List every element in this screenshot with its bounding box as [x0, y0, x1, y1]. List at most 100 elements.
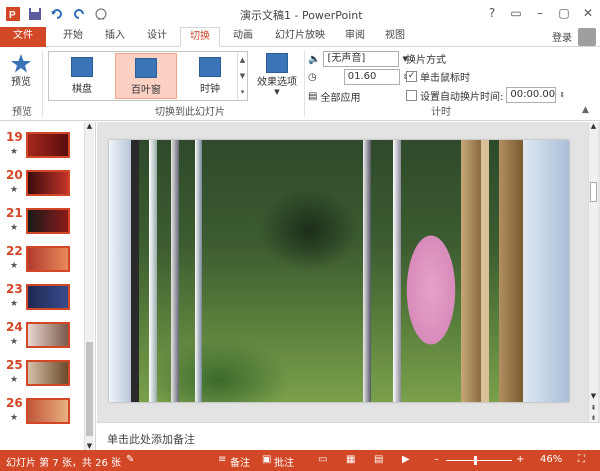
scrollbar-thumb[interactable] [86, 342, 93, 436]
slide-thumb-23[interactable]: 23 ★ [4, 282, 92, 316]
on-click-checkbox[interactable]: ✓ [406, 71, 417, 82]
scroll-down-icon[interactable]: ▼ [589, 392, 598, 400]
normal-view-icon[interactable]: ▭ [318, 454, 327, 465]
close-button[interactable]: ✕ [576, 0, 600, 26]
slide-thumb-24[interactable]: 24 ★ [4, 320, 92, 354]
comments-icon[interactable]: ▣ [262, 454, 271, 465]
save-icon[interactable] [26, 5, 44, 23]
thumbnail-scrollbar[interactable]: ▲ ▼ [84, 122, 94, 450]
comments-toggle[interactable]: 批注 [274, 454, 294, 469]
zoom-out-icon[interactable]: – [434, 454, 439, 465]
zoom-in-icon[interactable]: + [516, 454, 524, 465]
avatar[interactable] [578, 28, 596, 46]
help-icon[interactable]: ? [480, 0, 504, 26]
tab-file[interactable]: 文件 [0, 27, 46, 47]
transition-clock[interactable]: 时钟 [179, 53, 241, 99]
scroll-up-icon[interactable]: ▲ [85, 122, 94, 130]
blind-strip [393, 140, 401, 402]
checkerboard-icon [71, 57, 93, 77]
spellcheck-icon[interactable]: ✎ [126, 454, 134, 465]
transition-star-icon: ★ [10, 375, 19, 385]
slide-thumb-20[interactable]: 20 ★ [4, 168, 92, 202]
redo-icon[interactable] [70, 5, 88, 23]
tab-home[interactable]: 开始 [56, 27, 90, 47]
ribbon: 预览 预览 棋盘 百叶窗 时钟 ▲ ▼ ▾ 效果选项 ▼ 切换到此幻灯片 🔈 [无声… [0, 47, 600, 121]
slide-thumbnail[interactable] [26, 360, 70, 386]
slide-thumbnail[interactable] [26, 246, 70, 272]
after-time-input[interactable]: 00:00.00 [506, 87, 557, 103]
on-click-label: 单击鼠标时 [420, 73, 470, 84]
after-time-option[interactable]: 设置自动换片时间: 00:00.00 ⇕ [406, 87, 565, 103]
notes-placeholder[interactable]: 单击此处添加备注 [107, 431, 195, 447]
slide-number: 23 [6, 282, 23, 296]
tab-design[interactable]: 设计 [140, 27, 174, 47]
quick-access-toolbar: P [0, 5, 110, 23]
effect-options-label: 效果选项 [257, 77, 297, 88]
zoom-slider[interactable] [446, 460, 512, 461]
slide-thumbnail[interactable] [26, 208, 70, 234]
slide-sorter-icon[interactable]: ▦ [346, 454, 355, 465]
login-link[interactable]: 登录 [552, 29, 572, 44]
reading-view-icon[interactable]: ▤ [374, 454, 383, 465]
slide-scrollbar[interactable]: ▲ ▼ ⇞ ⇟ [588, 122, 598, 422]
tab-review[interactable]: 审阅 [338, 27, 372, 47]
fit-to-window-icon[interactable]: ⛶ [578, 454, 585, 465]
zoom-level[interactable]: 46% [540, 454, 562, 465]
tab-view[interactable]: 视图 [378, 27, 412, 47]
preview-button[interactable]: 预览 [6, 53, 36, 88]
tab-insert[interactable]: 插入 [98, 27, 132, 47]
transition-label: 百叶窗 [131, 85, 161, 96]
current-slide[interactable] [109, 140, 569, 402]
clock-icon [199, 57, 221, 77]
timer-icon: ◷ [308, 71, 317, 83]
next-slide-icon[interactable]: ⇟ [589, 414, 598, 422]
customize-qat-icon[interactable] [92, 5, 110, 23]
duration-input[interactable]: 01.60 [343, 69, 400, 85]
slide-thumbnail[interactable] [26, 170, 70, 196]
scroll-down-icon[interactable]: ▼ [85, 442, 94, 450]
notes-toggle[interactable]: 备注 [230, 454, 250, 469]
after-time-label: 设置自动换片时间: [420, 91, 504, 103]
slide-thumb-26[interactable]: 26 ★ [4, 396, 92, 430]
minimize-button[interactable]: – [528, 0, 552, 26]
slide-thumbnail[interactable] [26, 322, 70, 348]
zoom-slider-thumb[interactable] [474, 456, 477, 465]
tab-slideshow[interactable]: 幻灯片放映 [266, 27, 334, 47]
slide-thumbnail[interactable] [26, 284, 70, 310]
apply-all-button[interactable]: ▤ 全部应用 [308, 89, 360, 104]
title-bar: P 演示文稿1 - PowerPoint ? ▭ – ▢ ✕ [0, 0, 600, 28]
blind-strip [109, 140, 131, 402]
scrollbar-thumb[interactable] [590, 182, 597, 202]
spinner-icon[interactable]: ⇕ [559, 91, 565, 99]
collapse-ribbon-icon[interactable]: ▲ [582, 105, 589, 115]
svg-text:P: P [9, 10, 16, 21]
slide-thumbnail[interactable] [26, 398, 70, 424]
divider [42, 51, 43, 117]
notes-icon[interactable]: ≡ [218, 454, 226, 465]
on-click-option[interactable]: ✓ 单击鼠标时 [406, 69, 470, 84]
maximize-button[interactable]: ▢ [552, 0, 576, 26]
sound-icon: 🔈 [308, 53, 321, 65]
slide-thumb-21[interactable]: 21 ★ [4, 206, 92, 240]
tab-transitions[interactable]: 切换 [180, 27, 220, 47]
undo-icon[interactable] [48, 5, 66, 23]
transition-star-icon: ★ [10, 185, 19, 195]
sound-select[interactable]: [无声音] [323, 51, 400, 67]
transition-blinds[interactable]: 百叶窗 [115, 53, 177, 99]
notes-pane[interactable]: 单击此处添加备注 [97, 422, 600, 450]
blind-strip [363, 140, 371, 402]
ribbon-display-icon[interactable]: ▭ [504, 0, 528, 26]
slide-thumb-19[interactable]: 19 ★ [4, 130, 92, 164]
slideshow-icon[interactable]: ▶ [402, 454, 410, 465]
gallery-scroll[interactable]: ▲ ▼ ▾ [237, 52, 247, 100]
blind-strip [149, 140, 157, 402]
transition-checkerboard[interactable]: 棋盘 [51, 53, 113, 99]
effect-options-button[interactable]: 效果选项 ▼ [252, 53, 302, 96]
prev-slide-icon[interactable]: ⇞ [589, 404, 598, 412]
slide-thumbnail[interactable] [26, 132, 70, 158]
scroll-up-icon[interactable]: ▲ [589, 122, 598, 130]
after-time-checkbox[interactable] [406, 89, 417, 101]
tab-animations[interactable]: 动画 [226, 27, 260, 47]
slide-thumb-22[interactable]: 22 ★ [4, 244, 92, 278]
slide-thumb-25[interactable]: 25 ★ [4, 358, 92, 392]
